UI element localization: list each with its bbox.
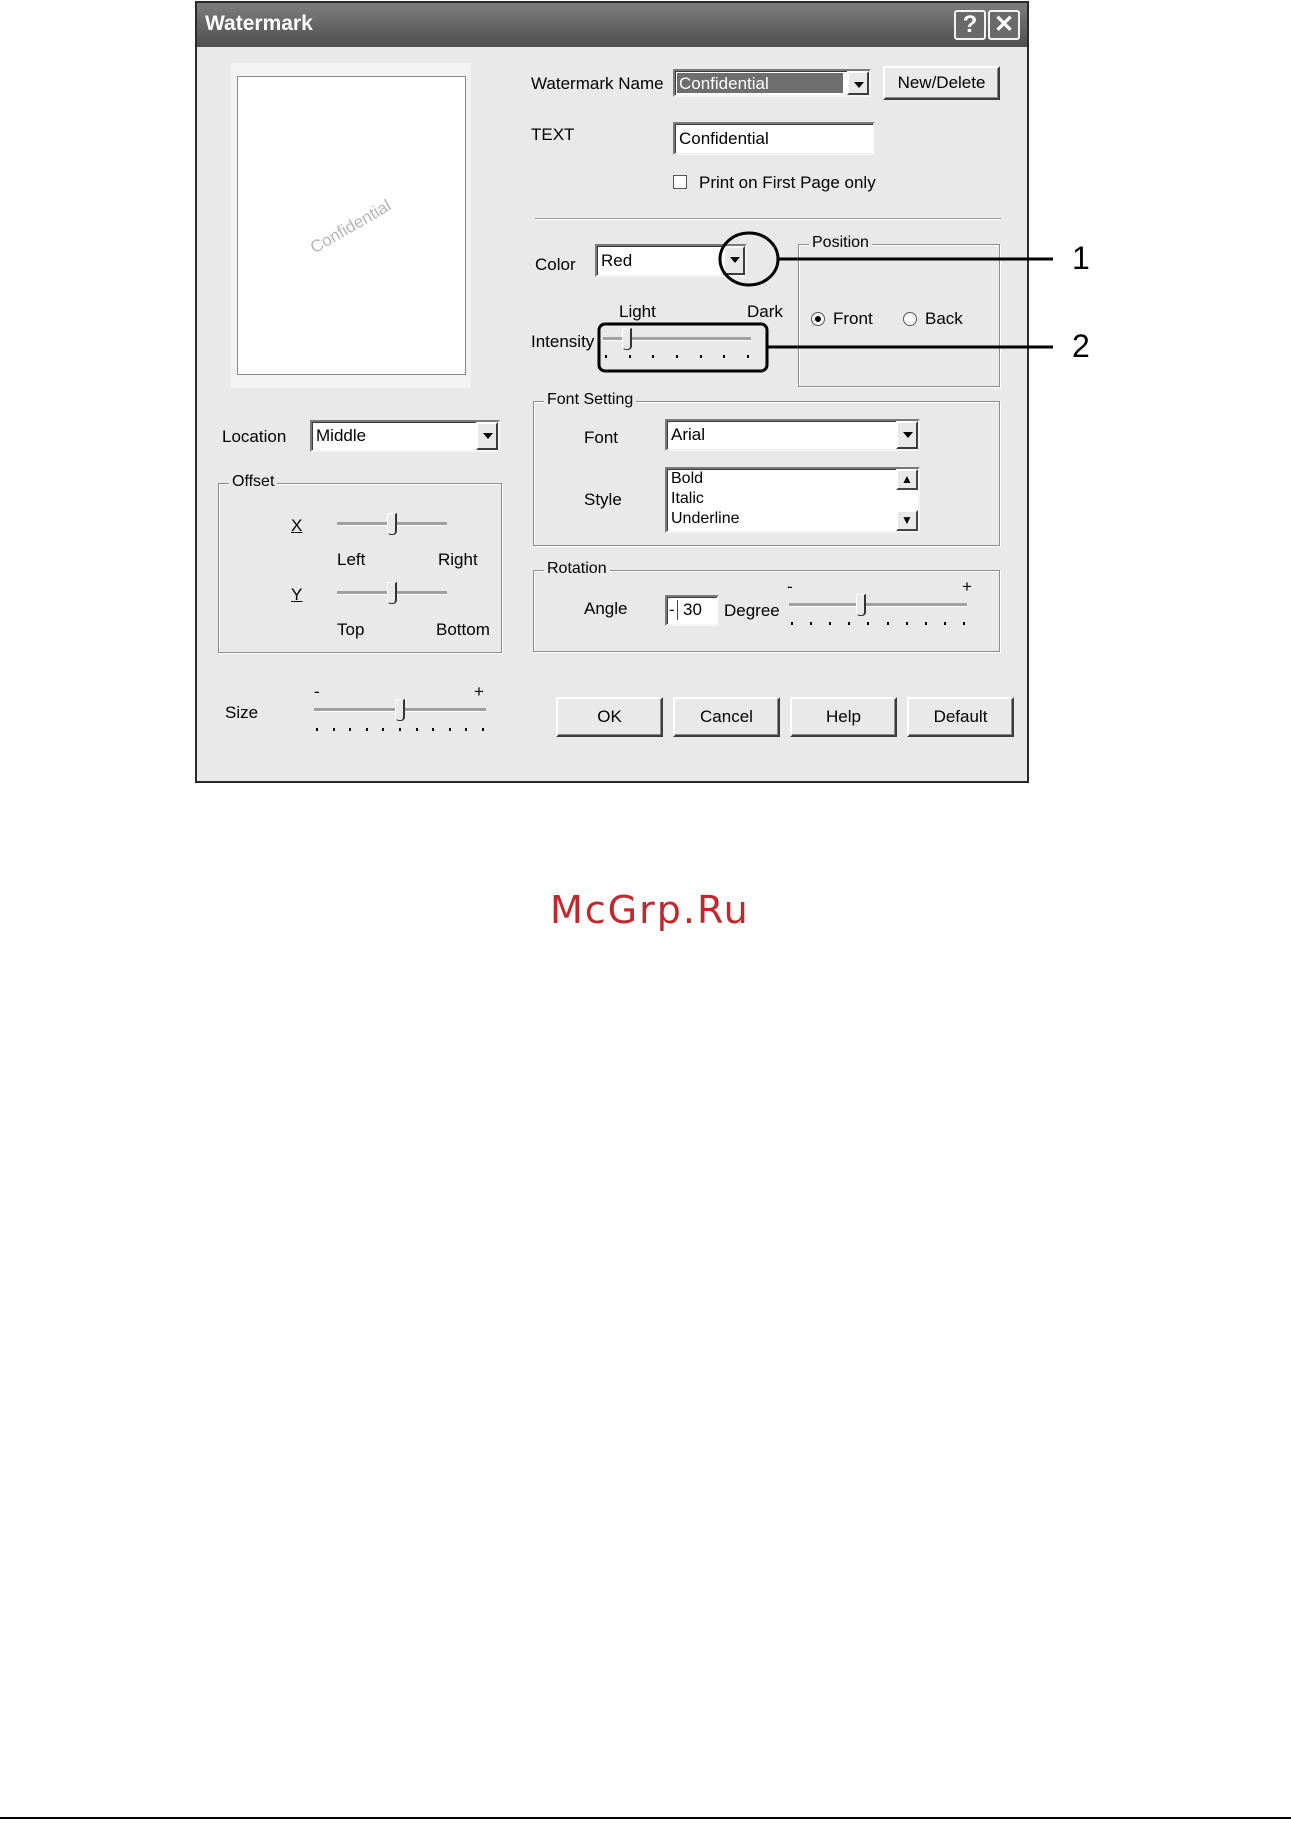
callout-circle	[718, 231, 780, 287]
bottom-rule	[0, 1817, 1291, 1819]
callout-box	[597, 322, 769, 373]
callout-number-1: 1	[1072, 240, 1090, 276]
callout-lines	[597, 231, 1053, 373]
callout-number-2: 2	[1072, 328, 1090, 364]
site-watermark: McGrp.Ru	[550, 888, 750, 932]
